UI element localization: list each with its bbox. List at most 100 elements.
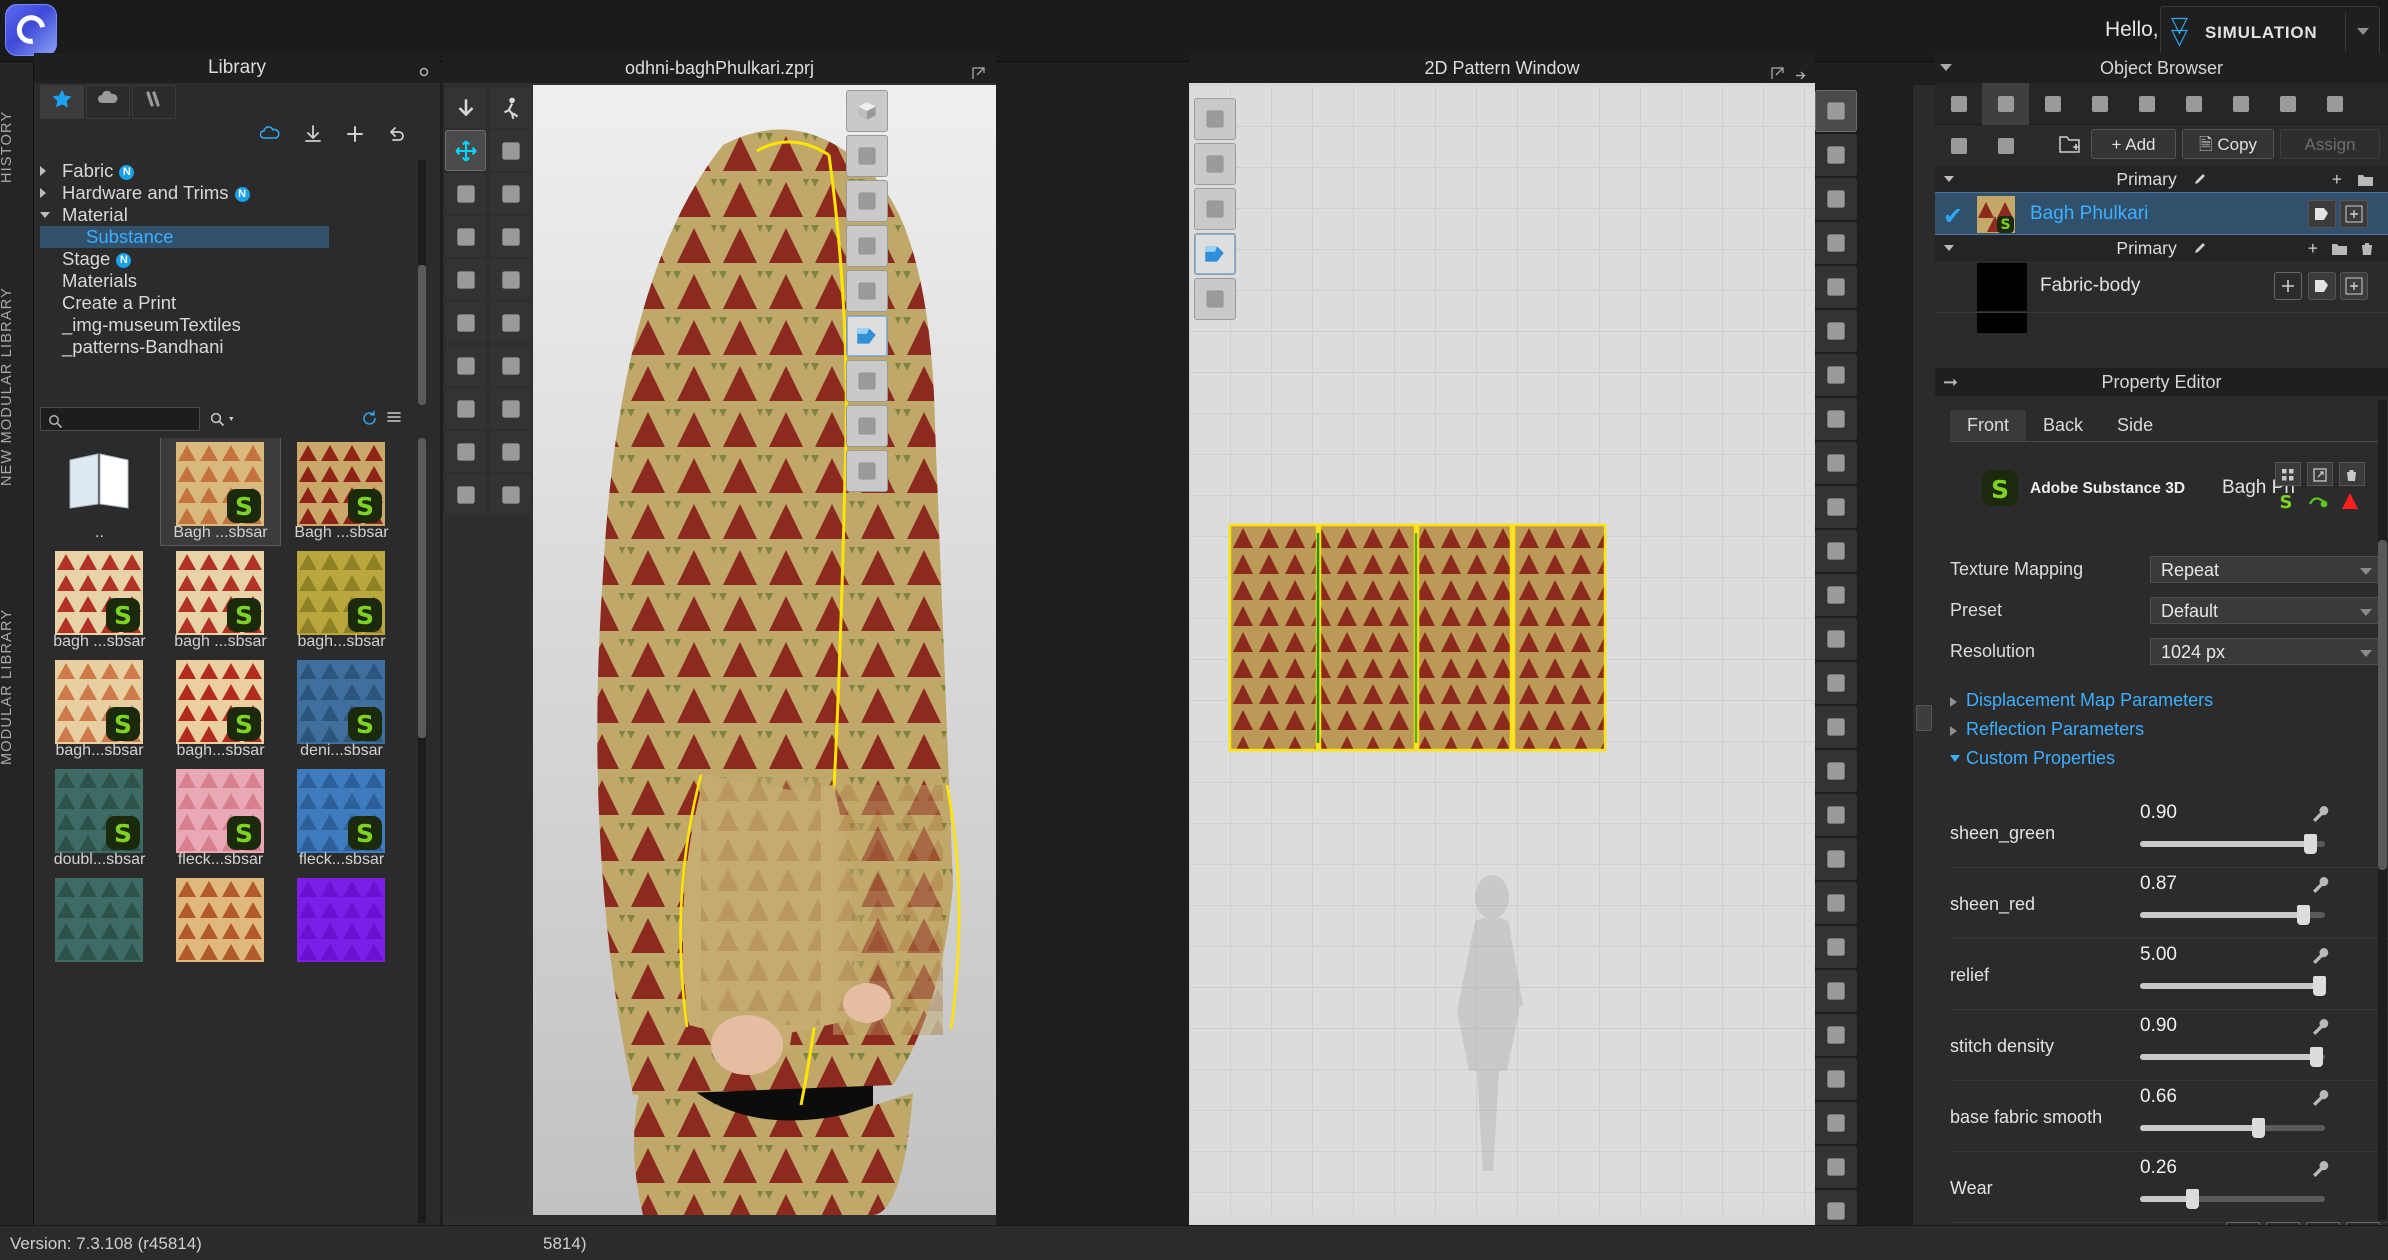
library-thumbnail[interactable]: Sfleck...sbsar	[282, 765, 401, 872]
free-sewing-icon[interactable]	[1815, 706, 1857, 748]
ruler-icon[interactable]	[1815, 794, 1857, 836]
checker-texture-icon[interactable]	[2029, 83, 2076, 125]
object-row-fabric-body[interactable]: Fabric-body	[1935, 261, 2388, 313]
sewing-machine-icon[interactable]	[445, 259, 486, 300]
undo-icon[interactable]	[376, 119, 418, 149]
wrench-icon[interactable]	[2310, 945, 2332, 973]
tree-item-substance[interactable]: Substance	[40, 226, 329, 248]
show-sewing-icon[interactable]	[846, 225, 888, 267]
rail-modular-library-label[interactable]: MODULAR LIBRARY	[0, 562, 33, 812]
garment-fold-icon[interactable]	[490, 130, 531, 171]
label-icon[interactable]	[2311, 83, 2358, 125]
refresh-icon[interactable]	[361, 410, 378, 433]
tab-front[interactable]: Front	[1950, 410, 2026, 441]
custom-property-slider[interactable]	[2140, 912, 2325, 918]
library-thumbnail[interactable]: Sfleck...sbsar	[161, 765, 280, 872]
assign-icon[interactable]	[2340, 200, 2368, 228]
caret-down-icon[interactable]	[1940, 64, 1952, 71]
search-input[interactable]	[40, 407, 200, 431]
arrow-right-icon[interactable]: ➞	[1943, 368, 1958, 396]
plus-icon[interactable]: +	[2308, 235, 2318, 261]
tree-item-stage[interactable]: StageN	[40, 248, 400, 270]
show-texture-icon[interactable]	[846, 360, 888, 402]
library-thumbnail[interactable]: Sbagh ...sbsar	[40, 547, 159, 654]
pencil-icon[interactable]	[2192, 238, 2207, 258]
garment-shape-icon[interactable]	[490, 259, 531, 300]
custom-property-value[interactable]: 0.66	[2140, 1086, 2177, 1108]
tree-item-materials[interactable]: Materials	[40, 270, 400, 292]
library-thumbnail[interactable]: SBagh ...sbsar	[282, 438, 401, 545]
tab-back[interactable]: Back	[2026, 410, 2100, 441]
elastic-icon[interactable]	[2217, 83, 2264, 125]
simulation-mode-selector[interactable]: ▽▽ SIMULATION	[2160, 6, 2380, 56]
topstitch-icon[interactable]	[2170, 83, 2217, 125]
garment-edit-icon[interactable]	[490, 302, 531, 343]
list-view-icon[interactable]	[386, 410, 402, 432]
wrench-icon[interactable]	[2310, 874, 2332, 902]
sewing-icon[interactable]	[1815, 662, 1857, 704]
slider-handle[interactable]	[2304, 834, 2317, 854]
cloud-upload-icon[interactable]	[250, 119, 292, 149]
pin-tool-icon[interactable]	[445, 431, 486, 472]
panel-collapse-rail[interactable]	[1913, 85, 1935, 1225]
search-filter-icon[interactable]	[210, 411, 240, 433]
clo-set-tab[interactable]	[86, 85, 130, 119]
dart-icon[interactable]	[1815, 574, 1857, 616]
library-thumbnail[interactable]	[161, 874, 280, 981]
line-trim-icon[interactable]	[2123, 83, 2170, 125]
text-alt-icon[interactable]	[1815, 970, 1857, 1012]
fill-icon[interactable]	[1815, 1102, 1857, 1144]
walk-avatar-icon[interactable]	[490, 87, 531, 128]
library-thumbnail[interactable]: ..	[40, 438, 159, 545]
download-icon[interactable]	[292, 119, 334, 149]
fabric-icon[interactable]	[2308, 272, 2336, 300]
slider-handle[interactable]	[2186, 1189, 2199, 1209]
show-fabric-icon[interactable]	[1194, 233, 1236, 275]
library-thumbnail[interactable]: Sdoubl...sbsar	[40, 765, 159, 872]
add-point-icon[interactable]	[1815, 266, 1857, 308]
flip-icon[interactable]	[1815, 1146, 1857, 1188]
skin-tone-icon[interactable]	[846, 405, 888, 447]
stitch-machine-icon[interactable]	[445, 388, 486, 429]
show-environment-icon[interactable]	[846, 450, 888, 492]
wrench-icon[interactable]	[2310, 803, 2332, 831]
copy-button[interactable]: 🗎 Copy	[2182, 129, 2274, 159]
property-field-select[interactable]: Repeat	[2150, 556, 2380, 583]
show-info-icon[interactable]	[1194, 188, 1236, 230]
show-pattern-icon[interactable]	[1194, 143, 1236, 185]
show-sewing-line-icon[interactable]	[1194, 98, 1236, 140]
gravity-arrow-icon[interactable]	[445, 87, 486, 128]
camera-icon[interactable]	[1815, 1014, 1857, 1056]
tape-icon[interactable]	[1815, 838, 1857, 880]
library-thumbnail[interactable]: Sbagh...sbsar	[161, 656, 280, 763]
library-scrollbar[interactable]	[418, 438, 426, 1223]
rail-new-modular-library-label[interactable]: NEW MODULAR LIBRARY	[0, 237, 33, 537]
custom-property-slider[interactable]	[2140, 1054, 2325, 1060]
slider-handle[interactable]	[2297, 905, 2310, 925]
property-section-displacement-map-parameters[interactable]: Displacement Map Parameters	[1950, 690, 2380, 716]
tree-item-create-a-print[interactable]: Create a Print	[40, 292, 400, 314]
caret-down-icon[interactable]	[40, 212, 50, 218]
substance-graph-icon[interactable]	[2307, 490, 2329, 518]
trash-icon[interactable]	[2360, 235, 2374, 261]
wrench-icon[interactable]	[2310, 1087, 2332, 1115]
grade-icon[interactable]	[1815, 618, 1857, 660]
checker-garment-icon[interactable]	[490, 431, 531, 472]
library-thumbnail[interactable]: SBagh ...sbsar	[161, 438, 280, 545]
edit-curvature-icon[interactable]	[1815, 178, 1857, 220]
property-field-select[interactable]: Default	[2150, 597, 2380, 624]
collapse-handle-icon[interactable]	[1916, 705, 1932, 731]
assign-button[interactable]: Assign	[2280, 129, 2380, 159]
slider-handle[interactable]	[2252, 1118, 2265, 1138]
pin-icon[interactable]	[416, 60, 432, 76]
tree-item-fabric[interactable]: FabricN	[40, 160, 400, 182]
text-icon[interactable]	[1815, 882, 1857, 924]
inner-rect-icon[interactable]	[1815, 442, 1857, 484]
adobe-a-icon[interactable]	[2339, 490, 2361, 518]
custom-property-slider[interactable]	[2140, 983, 2325, 989]
property-field-select[interactable]: 1024 px	[2150, 638, 2380, 665]
custom-property-slider[interactable]	[2140, 1125, 2325, 1131]
show-fabric-icon[interactable]	[846, 315, 888, 357]
rectangle-icon[interactable]	[1815, 310, 1857, 352]
folder-icon[interactable]	[2357, 166, 2374, 192]
